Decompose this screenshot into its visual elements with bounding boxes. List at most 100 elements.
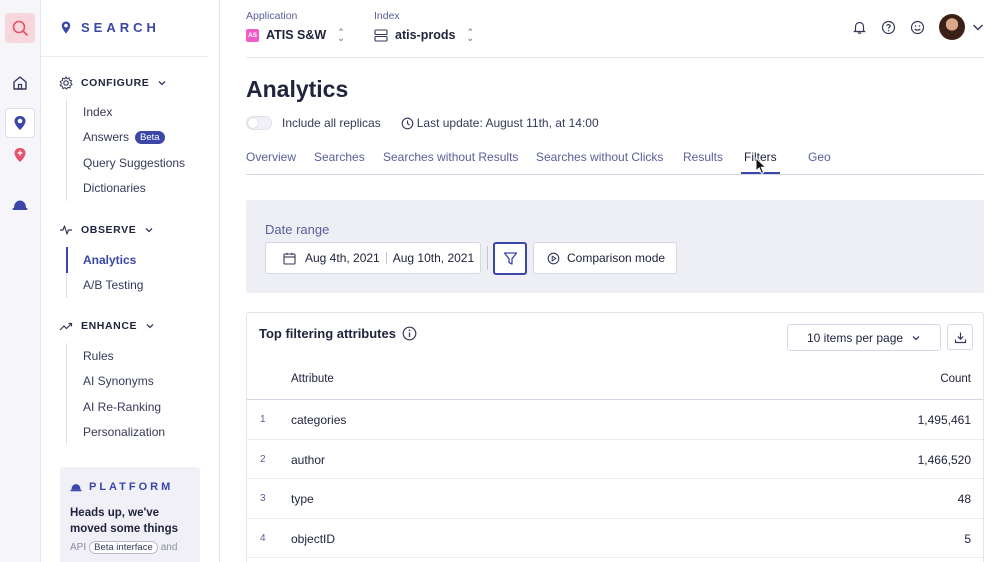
- row-count: 1,495,461: [917, 413, 971, 427]
- icon-rail: [0, 0, 41, 562]
- replicas-toggle[interactable]: [246, 116, 272, 130]
- brand[interactable]: SEARCH: [61, 20, 160, 35]
- beta-interface-chip: Beta interface: [89, 541, 158, 554]
- sidebar-item-query-suggestions[interactable]: Query Suggestions: [67, 150, 185, 176]
- sidebar-item-index[interactable]: Index: [67, 99, 185, 125]
- row-index: 1: [260, 414, 266, 425]
- avatar: [939, 14, 965, 40]
- section-configure-title: CONFIGURE: [81, 77, 150, 89]
- sidebar-item-answers[interactable]: Answers Beta: [67, 125, 185, 151]
- search-product-rail-button[interactable]: [5, 108, 35, 138]
- recommend-rail-button[interactable]: [5, 140, 35, 170]
- table-row[interactable]: 2 author 1,466,520: [247, 440, 983, 479]
- tab-searches-without-clicks[interactable]: Searches without Clicks: [536, 150, 663, 164]
- chevron-down-icon: [146, 324, 154, 329]
- platform-icon: [12, 200, 28, 210]
- index-name: atis-prods: [395, 28, 456, 42]
- search-rail-button[interactable]: [5, 13, 35, 43]
- application-badge: AS: [246, 28, 259, 42]
- chevron-down-icon: [145, 228, 153, 233]
- items-per-page-value: 10 items per page: [807, 330, 904, 345]
- tab-results[interactable]: Results: [683, 150, 723, 164]
- sidebar-item-dictionaries[interactable]: Dictionaries: [67, 176, 185, 202]
- download-button[interactable]: [947, 324, 973, 350]
- smiley-icon[interactable]: [910, 20, 925, 35]
- location-pin-icon: [14, 116, 26, 130]
- section-enhance[interactable]: ENHANCE: [59, 319, 155, 333]
- tab-searches-without-results[interactable]: Searches without Results: [383, 150, 518, 164]
- column-header-attribute[interactable]: Attribute: [291, 373, 334, 385]
- page-title: Analytics: [246, 76, 349, 102]
- platform-card-heading: Heads up, we've moved some things: [70, 507, 178, 535]
- sidebar-item-label: Query Suggestions: [83, 155, 186, 170]
- sidebar-item-personalization[interactable]: Personalization: [67, 420, 165, 446]
- sidebar-item-label: Analytics: [83, 252, 137, 267]
- sidebar-item-label: Rules: [83, 348, 114, 363]
- table-row[interactable]: 4 objectID 5: [247, 519, 983, 558]
- play-circle-icon: [547, 252, 560, 264]
- select-arrows-icon: ⌃ ⌄: [466, 27, 474, 43]
- search-icon: [12, 20, 28, 36]
- section-configure[interactable]: CONFIGURE: [59, 76, 167, 90]
- sidebar-item-label: AI Synonyms: [83, 374, 154, 389]
- section-observe[interactable]: OBSERVE: [59, 223, 154, 237]
- sidebar-item-analytics[interactable]: Analytics: [66, 247, 143, 273]
- gear-icon: [59, 76, 73, 90]
- sidebar-item-ai-synonyms[interactable]: AI Synonyms: [67, 369, 165, 395]
- beta-badge: Beta: [135, 130, 165, 144]
- sidebar-item-label: A/B Testing: [83, 278, 144, 293]
- section-enhance-title: ENHANCE: [81, 320, 138, 332]
- brand-divider: [41, 56, 209, 57]
- platform-card-footer: API Beta interface and: [70, 541, 190, 554]
- filter-button[interactable]: [493, 242, 527, 275]
- info-icon[interactable]: [402, 326, 417, 341]
- sidebar-item-label: AI Re-Ranking: [83, 399, 162, 414]
- row-count: 1,466,520: [917, 452, 971, 467]
- tab-overview[interactable]: Overview: [246, 150, 296, 164]
- last-update: Last update: August 11th, at 14:00: [416, 116, 599, 130]
- row-index: 2: [260, 453, 266, 465]
- date-range-picker[interactable]: Aug 4th, 2021 Aug 10th, 2021: [265, 242, 481, 274]
- sidebar-item-label: Index: [83, 104, 113, 119]
- sidebar: SEARCH CONFIGURE Index Answers Beta Query…: [41, 0, 220, 562]
- chevron-down-icon: [158, 81, 166, 86]
- row-attribute: categories: [291, 413, 347, 427]
- toolbar-divider: [487, 246, 488, 270]
- date-end: Aug 10th, 2021: [392, 251, 475, 265]
- sidebar-item-label: Answers: [83, 130, 130, 145]
- sidebar-item-rules[interactable]: Rules: [67, 343, 165, 369]
- application-selector[interactable]: Application AS ATIS S&W ⌃ ⌄: [246, 10, 345, 43]
- tab-searches[interactable]: Searches: [314, 150, 365, 164]
- platform-rail-button[interactable]: [5, 190, 35, 220]
- table-row[interactable]: 1 categories 1,495,461: [247, 400, 983, 440]
- help-icon[interactable]: [881, 20, 896, 35]
- search-logo-icon: [61, 21, 71, 34]
- header-actions: [852, 14, 984, 40]
- comparison-mode-button[interactable]: Comparison mode: [533, 242, 677, 274]
- home-rail-button[interactable]: [5, 68, 35, 98]
- panel-title-text: Top filtering attributes: [259, 326, 396, 341]
- table-row[interactable]: 3 type 48: [247, 479, 983, 519]
- sidebar-item-ab-testing[interactable]: A/B Testing: [67, 273, 143, 299]
- date-divider: [385, 252, 387, 264]
- bell-icon[interactable]: [852, 20, 867, 35]
- tab-geo[interactable]: Geo: [808, 150, 831, 164]
- user-menu[interactable]: [939, 14, 984, 40]
- platform-icon: [70, 483, 82, 491]
- items-per-page-select[interactable]: 10 items per page: [787, 324, 941, 351]
- date-range-section: Date range Aug 4th, 2021 Aug 10th, 2021 …: [246, 200, 984, 293]
- row-count: 5: [964, 531, 971, 546]
- index-selector[interactable]: Index atis-prods ⌃ ⌄: [374, 10, 474, 43]
- configure-nav: Index Answers Beta Query Suggestions Dict…: [66, 99, 185, 201]
- row-index: 3: [260, 493, 266, 504]
- clock-icon: [401, 117, 414, 129]
- row-attribute: objectID: [291, 531, 336, 546]
- platform-card[interactable]: PLATFORM Heads up, we've moved some thin…: [60, 467, 200, 562]
- row-index: 4: [260, 532, 266, 544]
- download-icon: [954, 332, 966, 343]
- sidebar-item-ai-re-ranking[interactable]: AI Re-Ranking: [67, 394, 165, 420]
- comparison-mode-label: Comparison mode: [567, 251, 666, 265]
- mouse-cursor-icon: [755, 157, 767, 175]
- analytics-tabs: Overview Searches Searches without Resul…: [246, 142, 984, 175]
- column-header-count[interactable]: Count: [940, 373, 971, 385]
